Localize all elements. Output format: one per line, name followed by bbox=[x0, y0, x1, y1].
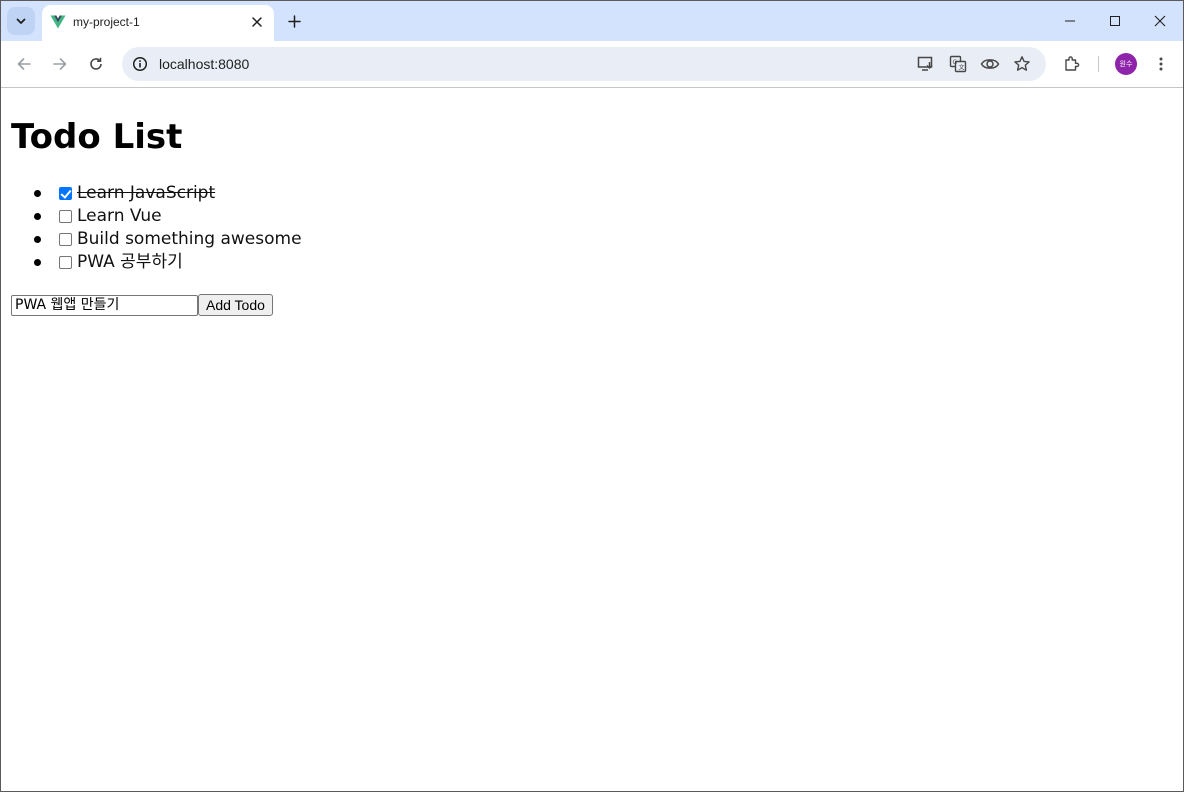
todo-checkbox[interactable] bbox=[59, 210, 72, 223]
svg-text:G: G bbox=[953, 59, 958, 66]
page-title: Todo List bbox=[11, 117, 183, 157]
translate-button[interactable]: G文 bbox=[946, 52, 970, 76]
maximize-icon bbox=[1110, 16, 1120, 26]
tab-strip: my-project-1 bbox=[1, 1, 1183, 41]
chevron-down-icon bbox=[16, 18, 26, 24]
add-todo-button[interactable]: Add Todo bbox=[198, 294, 273, 316]
close-icon bbox=[1154, 15, 1166, 27]
profile-avatar[interactable]: 원수 bbox=[1115, 53, 1137, 75]
list-bullet bbox=[34, 213, 41, 220]
url-text: localhost:8080 bbox=[159, 56, 250, 72]
tab-title: my-project-1 bbox=[73, 15, 140, 29]
new-tab-button[interactable] bbox=[283, 10, 305, 32]
menu-button[interactable] bbox=[1147, 50, 1175, 78]
page-content: Todo List Learn JavaScript Learn Vue Bui… bbox=[1, 88, 1183, 791]
todo-checkbox[interactable] bbox=[59, 256, 72, 269]
reading-mode-button[interactable] bbox=[978, 52, 1002, 76]
reload-button[interactable] bbox=[82, 50, 110, 78]
todo-text: Build something awesome bbox=[77, 229, 302, 249]
todo-checkbox[interactable] bbox=[59, 233, 72, 246]
arrow-right-icon bbox=[53, 58, 67, 70]
forward-button[interactable] bbox=[46, 50, 74, 78]
todo-text: PWA 공부하기 bbox=[77, 252, 183, 272]
minimize-icon bbox=[1065, 20, 1075, 22]
new-todo-input[interactable]: PWA 웹앱 만들기 bbox=[11, 295, 198, 316]
close-icon bbox=[252, 17, 262, 27]
info-icon bbox=[132, 56, 148, 72]
todo-checkbox[interactable] bbox=[59, 187, 72, 200]
todo-text: Learn JavaScript bbox=[77, 183, 216, 203]
kebab-menu-icon bbox=[1159, 57, 1163, 71]
minimize-button[interactable] bbox=[1047, 1, 1093, 41]
plus-icon bbox=[287, 14, 301, 28]
browser-window: my-project-1 localhost:8080 G 文 원수 Todo … bbox=[0, 0, 1184, 792]
bookmark-button[interactable] bbox=[1010, 52, 1034, 76]
install-app-button[interactable] bbox=[914, 52, 938, 76]
maximize-button[interactable] bbox=[1092, 1, 1138, 41]
puzzle-icon bbox=[1065, 56, 1080, 71]
tab-search-button[interactable] bbox=[7, 7, 35, 35]
list-bullet bbox=[34, 259, 41, 266]
address-bar[interactable]: localhost:8080 G文 bbox=[122, 47, 1046, 81]
extensions-button[interactable] bbox=[1058, 50, 1086, 78]
translate-icon: G文 bbox=[949, 55, 967, 73]
vue-logo-icon bbox=[50, 15, 66, 29]
tab-active[interactable]: my-project-1 bbox=[42, 5, 274, 41]
list-bullet bbox=[34, 236, 41, 243]
todo-text: Learn Vue bbox=[77, 206, 162, 226]
toolbar-separator bbox=[1098, 56, 1099, 72]
add-todo-form: PWA 웹앱 만들기 Add Todo bbox=[11, 294, 273, 316]
list-bullet bbox=[34, 190, 41, 197]
tab-close-button[interactable] bbox=[248, 13, 266, 31]
arrow-left-icon bbox=[17, 58, 31, 70]
star-icon bbox=[1014, 56, 1030, 71]
svg-text:文: 文 bbox=[959, 64, 965, 72]
back-button[interactable] bbox=[10, 50, 38, 78]
site-info-button[interactable] bbox=[128, 52, 152, 76]
eye-icon bbox=[980, 59, 1000, 69]
reload-icon bbox=[90, 57, 102, 70]
install-app-icon bbox=[917, 56, 933, 71]
window-close-button[interactable] bbox=[1137, 1, 1183, 41]
browser-toolbar: localhost:8080 G文 원수 bbox=[1, 41, 1183, 87]
